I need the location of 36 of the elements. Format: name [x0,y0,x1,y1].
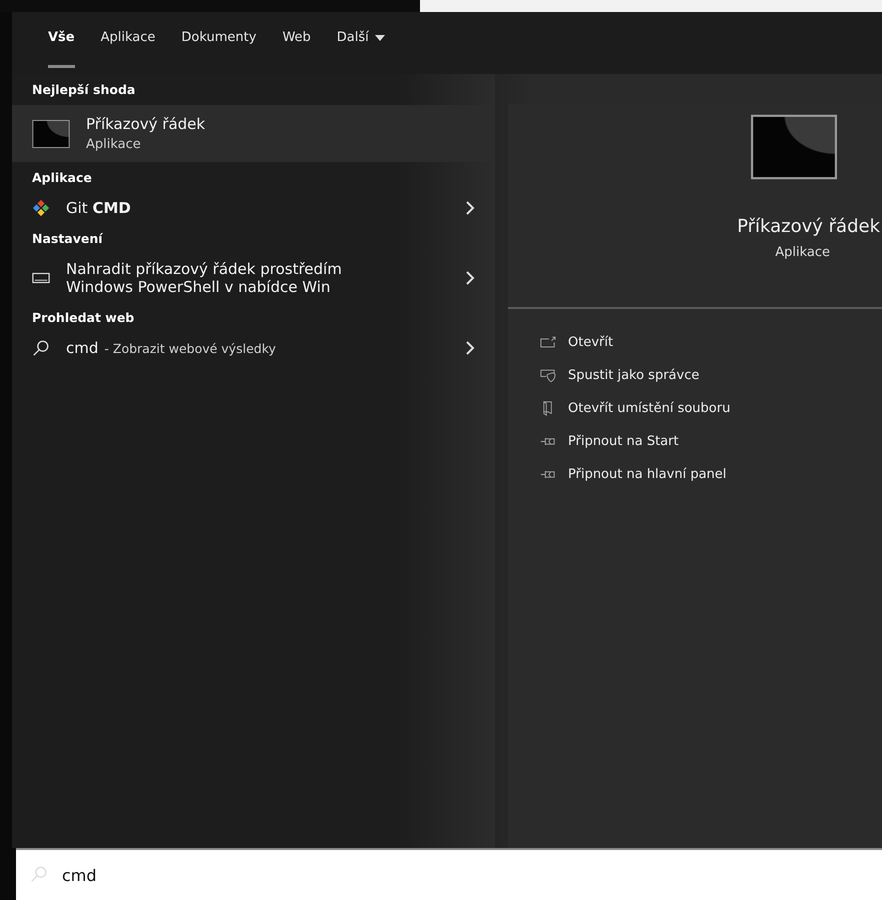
section-heading: Nastavení [31,230,104,248]
action-item[interactable]: Otevřít [540,329,882,356]
caret-icon [374,35,385,41]
chevron-icon [465,201,475,215]
preview-title: Příkazový řádek [737,216,880,237]
section-heading: Prohledat web [31,309,136,327]
chevron-icon [465,341,475,355]
search-field[interactable]: cmd [16,848,882,900]
section-heading: Aplikace [31,169,93,187]
window-arrow-icon [540,335,556,350]
action-item[interactable]: Připnout na hlavní panel [540,461,882,488]
result-subtitle: Aplikace [86,137,142,152]
filter-tab[interactable]: Web [282,20,311,68]
console-icon [751,112,837,182]
section-heading: Nejlepší shoda [31,81,136,99]
shield-icon [540,368,556,383]
result-item[interactable]: Nahradit příkazový řádek prostředím Windows PowerShell v nabídce Win [12,254,495,302]
filter-tab[interactable]: Vše [48,20,75,68]
query-text: cmd [66,339,98,357]
result-item[interactable]: Git CMD [12,193,495,223]
filter-tab[interactable]: Další [336,20,385,68]
console-icon [32,120,70,148]
search-icon [32,339,50,357]
result-title: Nahradit příkazový řádek prostředím Windows PowerShell v nabídce Win [66,260,343,296]
action-item[interactable]: Připnout na Start [540,428,882,455]
result-item[interactable]: cmd - Zobrazit webové výsledky [12,333,495,363]
action-item[interactable]: Otevřít umístění souboru [540,395,882,422]
action-item[interactable]: Spustit jako správce [540,362,882,389]
diamond-logo-icon [32,199,50,217]
chevron-icon [465,271,475,285]
web-results-label: - Zobrazit webové výsledky [104,341,276,356]
filter-tab[interactable]: Aplikace [100,20,156,68]
preview-subtitle: Aplikace [775,245,830,260]
filter-tab[interactable]: Dokumenty [181,20,256,68]
result-title: Git CMD [66,199,132,217]
result-title: Příkazový řádek [86,115,206,133]
